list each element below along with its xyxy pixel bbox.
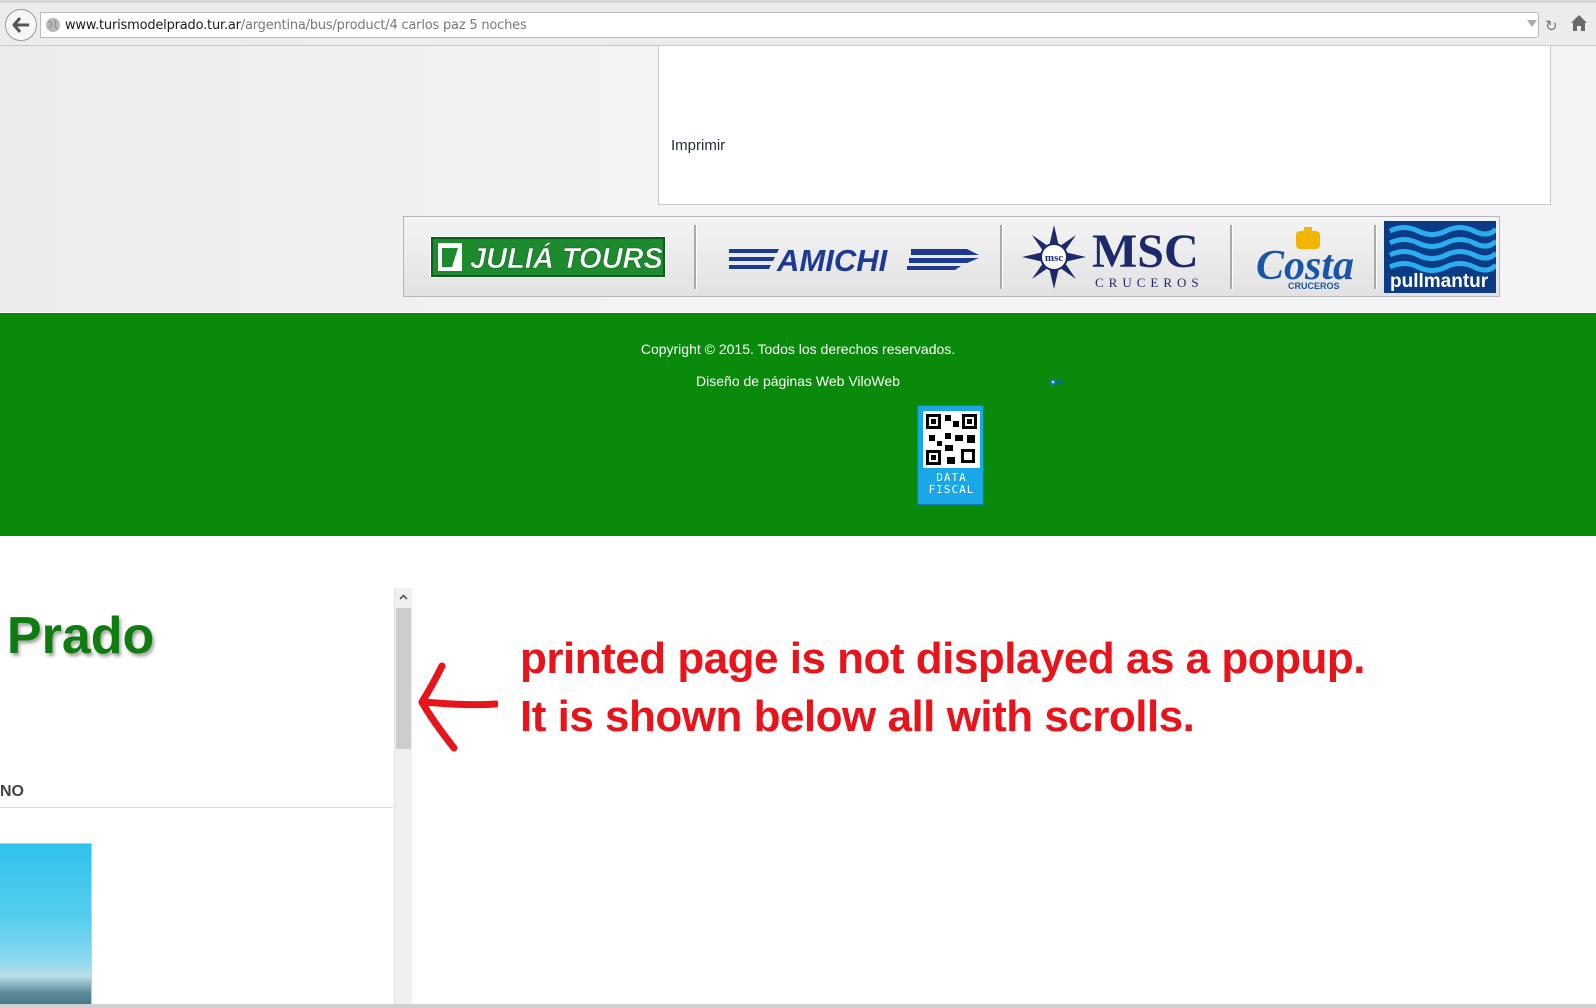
back-arrow-icon (12, 17, 29, 33)
amichi-logo[interactable]: AMICHI (729, 241, 979, 277)
reload-icon[interactable]: ↻ (1545, 17, 1558, 35)
url-bar[interactable]: www.turismodelprado.tur.ar/argentina/bus… (40, 12, 1558, 38)
julia-tours-wordmark: JULIÁ TOURS (470, 242, 663, 275)
annotation-text: printed page is not displayed as a popup… (520, 630, 1365, 746)
copyright-text: Copyright © 2015. Todos los derechos res… (640, 341, 956, 357)
msc-subtitle: CRUCEROS (1095, 275, 1204, 290)
costa-subtitle: CRUCEROS (1288, 281, 1340, 291)
home-icon[interactable] (1570, 14, 1588, 32)
pullmantur-wordmark: pullmantur (1390, 271, 1489, 292)
msc-wordmark: MSC (1092, 225, 1199, 278)
svg-text:msc: msc (1045, 252, 1063, 264)
annotation-arrow-icon (418, 662, 498, 752)
print-link[interactable]: Imprimir (671, 137, 725, 154)
back-button[interactable] (5, 9, 37, 41)
scroll-up-button[interactable] (395, 590, 412, 604)
partner-logos-banner: JULIÁ TOURS AMICHI msc MSC CRUCEROS Cost… (403, 216, 1500, 297)
data-fiscal-badge[interactable]: DATA FISCAL (917, 405, 984, 505)
print-page-title: l Prado (0, 607, 155, 665)
navigation-toolbar: www.turismodelprado.tur.ar/argentina/bus… (0, 3, 1596, 46)
costa-cruceros-logo[interactable]: Costa CRUCEROS (1254, 225, 1364, 291)
viloweb-icon (1050, 379, 1062, 385)
chevron-up-icon (399, 594, 408, 600)
url-path: /argentina/bus/product/4 carlos paz 5 no… (240, 18, 527, 33)
data-fiscal-label: DATA FISCAL (918, 472, 985, 496)
julia-tours-logo[interactable]: JULIÁ TOURS (430, 236, 666, 278)
product-photo (0, 843, 92, 1008)
annotation-line-1: printed page is not displayed as a popup… (520, 634, 1365, 683)
print-frame-scrollbar[interactable] (394, 588, 412, 1008)
scroll-thumb[interactable] (396, 608, 411, 749)
url-text[interactable]: www.turismodelprado.tur.ar/argentina/bus… (65, 18, 527, 33)
url-domain: www.turismodelprado.tur.ar (65, 18, 241, 33)
pullmantur-logo[interactable]: pullmantur (1384, 221, 1496, 293)
msc-cruceros-logo[interactable]: msc MSC CRUCEROS (1022, 225, 1222, 291)
product-content-box: Imprimir (658, 46, 1551, 205)
amichi-wordmark: AMICHI (776, 243, 889, 277)
qr-code-icon (923, 411, 980, 468)
site-footer: Copyright © 2015. Todos los derechos res… (0, 313, 1596, 536)
print-preview-frame[interactable]: l Prado NO (0, 588, 393, 1008)
design-credit-link[interactable]: Diseño de páginas Web ViloWeb (0, 373, 1596, 389)
status-strip (0, 1004, 1596, 1008)
print-page-subheading: NO (0, 783, 24, 800)
globe-icon (46, 18, 60, 32)
history-dropdown-icon[interactable] (1527, 20, 1537, 27)
divider (0, 807, 393, 808)
annotation-line-2: It is shown below all with scrolls. (520, 692, 1195, 741)
data-fiscal-line2: FISCAL (928, 483, 975, 496)
